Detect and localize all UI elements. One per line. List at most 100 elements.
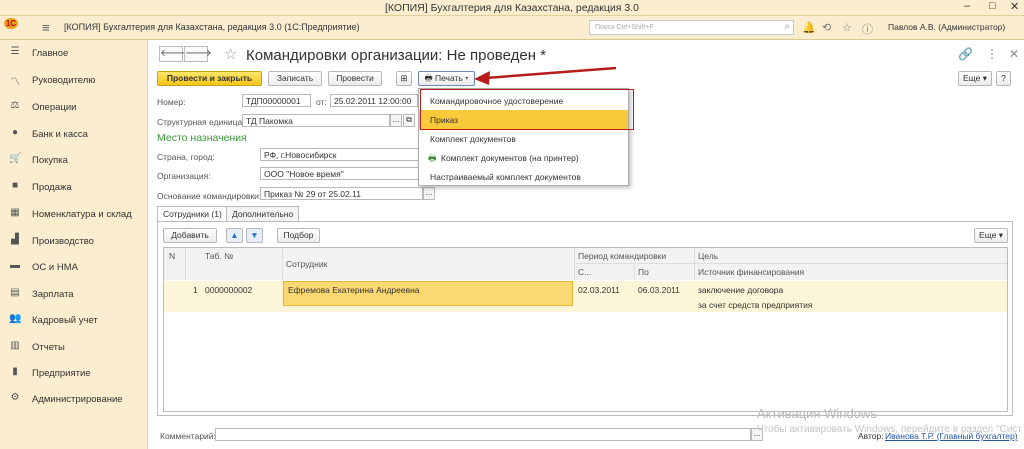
col-from[interactable]: С... [578,267,591,277]
factory-icon: ▟ [11,234,19,245]
menu-item-document-set[interactable]: Комплект документов [419,129,628,148]
select-button[interactable]: Подбор [277,228,320,243]
user-name[interactable]: Павлов А.В. (Администратор) [888,22,1005,32]
col-divider [282,248,283,280]
row-from: 02.03.2011 [578,285,620,295]
comment-field[interactable] [215,428,751,441]
organization-label: Организация: [157,171,211,181]
help-button[interactable]: ? [996,71,1011,86]
col-employee[interactable]: Сотрудник [286,259,327,269]
sidebar-item-assets[interactable]: ▬ ОС и НМА [0,258,148,276]
close-icon[interactable]: ✕ [1010,0,1019,13]
col-divider [574,248,575,280]
comment-label: Комментарий: [160,431,216,441]
sidebar-item-sales[interactable]: ■ Продажа [0,178,148,196]
unit-select-button[interactable]: ... [390,114,402,127]
grid-icon: ▦ [10,207,20,218]
col-divider [185,248,186,280]
post-and-close-button[interactable]: Провести и закрыть [157,71,262,86]
grid-more-button[interactable]: Еще ▾ [974,228,1008,243]
page-title: Командировки организации: Не проведен * [246,47,546,64]
star-icon[interactable]: ☆ [842,21,852,34]
col-goal[interactable]: Цель [698,251,718,261]
col-divider [694,248,695,280]
structure-button[interactable]: ⊞ [396,71,412,86]
unit-field[interactable]: ТД Пакомка [242,114,390,127]
arrow-right-icon: 🡒 [185,48,212,59]
info-icon[interactable]: ⓘ [862,21,873,37]
basis-label: Основание командировки: [157,191,262,201]
sidebar-item-nomenclature[interactable]: ▦ Номенклатура и склад [0,205,148,223]
basis-select-button[interactable]: ... [423,187,435,200]
window-titlebar: [КОПИЯ] Бухгалтерия для Казахстана, реда… [0,0,1024,16]
add-button[interactable]: Добавить [163,228,217,243]
row-goal: заключение договора [698,285,784,295]
tab-additional[interactable]: Дополнительно [226,206,300,221]
row-to: 06.03.2011 [638,285,680,295]
chevron-down-icon: ▾ [465,73,469,83]
favorite-star-icon[interactable]: ☆ [224,45,237,63]
row-tab-number: 0000000002 [205,285,253,295]
more-options-icon[interactable]: ⋮ [986,47,998,61]
main-menu-icon[interactable]: ≡ [42,20,50,35]
move-up-button[interactable]: ▲ [226,228,243,243]
truck-icon: ▬ [10,260,20,271]
move-down-button[interactable]: ▼ [246,228,263,243]
organization-field[interactable]: ООО "Новое время" [260,167,420,180]
row-source: за счет средств предприятия [698,300,813,310]
section-destination: Место назначения [157,132,247,144]
save-button[interactable]: Записать [268,71,322,86]
more-button[interactable]: Еще ▾ [958,71,992,86]
sidebar-item-reports[interactable]: ▥ Отчеты [0,338,148,356]
print-button[interactable]: 🖶 Печать ▾ [418,71,475,86]
date-field[interactable]: 25.02.2011 12:00:00 [330,94,418,107]
sidebar-item-bank[interactable]: ● Банк и касса [0,125,148,143]
sidebar-item-main[interactable]: ☰ Главное [0,44,148,62]
arrow-up-icon: ▲ [230,230,239,240]
row-employee: Ефремова Екатерина Андреевна [288,285,420,295]
annotation-arrow [474,66,617,85]
report-icon: ▥ [10,340,20,351]
sidebar-item-purchase[interactable]: 🛒 Покупка [0,151,148,169]
printer-icon: 🖶 [428,153,437,163]
search-input[interactable]: Поиск Ctrl+Shift+F ⌕ [589,20,794,35]
post-button[interactable]: Провести [328,71,382,86]
maximize-icon[interactable]: □ [989,0,996,12]
back-button[interactable]: 🡐 [159,46,187,62]
sidebar-item-enterprise[interactable]: ▮ Предприятие [0,364,148,382]
sidebar-item-hr[interactable]: 👥 Кадровый учет [0,311,148,329]
link-icon[interactable]: 🔗 [958,47,973,61]
col-n[interactable]: N [169,251,175,261]
col-tab-number[interactable]: Таб. № [205,251,233,261]
money-icon: ▤ [10,287,20,298]
number-label: Номер: [157,97,186,107]
city-field[interactable]: РФ, г.Новосибирск [260,148,420,161]
printer-icon: 🖶 [424,73,433,83]
menu-item-document-set-printer[interactable]: Комплект документов (на принтер) [419,148,628,167]
sidebar: ☰ Главное 〽 Руководителю ⚖ Операции ● Банк и… [0,40,148,449]
forward-button[interactable]: 🡒 [184,46,212,62]
arrow-left-icon: 🡐 [160,48,187,59]
menu-item-custom-set[interactable]: Настраиваемый комплект документов [419,167,628,186]
history-icon[interactable]: ⟲ [822,21,831,34]
sidebar-item-admin[interactable]: ⚙ Администрирование [0,390,148,408]
sidebar-item-manager[interactable]: 〽 Руководителю [0,71,148,89]
col-period[interactable]: Период командировки [578,251,666,261]
col-to[interactable]: По [638,267,649,277]
tab-employees[interactable]: Сотрудники (1) [157,206,228,222]
sidebar-item-salary[interactable]: ▤ Зарплата [0,285,148,303]
bell-icon[interactable]: 🔔 [802,21,816,34]
basis-field[interactable]: Приказ № 29 от 25.02.11 [260,187,423,200]
unit-open-button[interactable]: ⧉ [403,114,415,127]
unit-label: Структурная единица: [157,117,245,127]
minimize-icon[interactable]: – [964,0,970,12]
sidebar-item-production[interactable]: ▟ Производство [0,232,148,250]
col-source[interactable]: Источник финансирования [698,267,804,277]
menu-icon: ☰ [10,46,20,57]
sidebar-item-operations[interactable]: ⚖ Операции [0,98,148,116]
table-row[interactable]: 1 0000000002 Ефремова Екатерина Андреевн… [164,281,1007,312]
close-form-icon[interactable]: ✕ [1009,47,1019,61]
number-field[interactable]: ТДП00000001 [242,94,311,107]
search-icon[interactable]: ⌕ [784,21,790,32]
structure-icon: ⊞ [400,73,408,83]
